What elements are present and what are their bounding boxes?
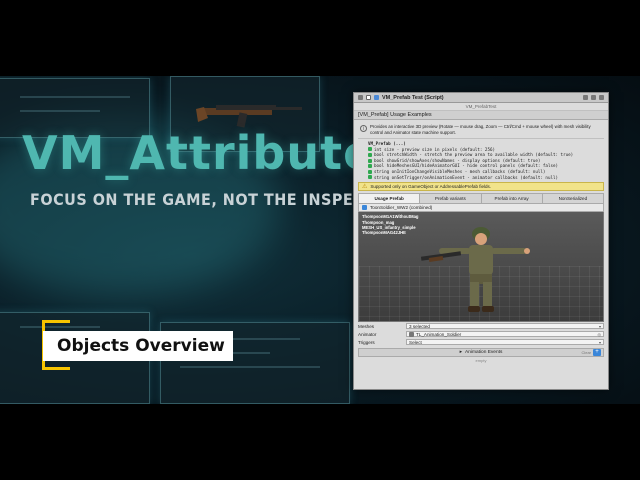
object-picker-icon[interactable]: ◎ bbox=[598, 332, 602, 337]
code-line-text: string onSetTrigger/onAnimationEvent - a… bbox=[374, 174, 559, 180]
warning-icon: ⚠ bbox=[362, 184, 368, 191]
chevron-down-icon: ▾ bbox=[598, 323, 601, 329]
tab-prefab-into-array[interactable]: Prefab into Array bbox=[481, 194, 543, 204]
enabled-checkbox[interactable] bbox=[366, 95, 371, 100]
tab-prefab-variants[interactable]: Prefab variants bbox=[420, 194, 482, 204]
mesh-label: ThompsonMAG42JHE bbox=[362, 230, 406, 236]
inspector-window: VM_Prefab Test (Script) VM_PrefabTest [V… bbox=[353, 92, 609, 390]
background-line bbox=[180, 366, 320, 368]
animator-value: TL_Animation_Soldier bbox=[416, 331, 462, 337]
warning-text: Supported only on GameObject or Addressa… bbox=[370, 184, 491, 190]
prefab-icon bbox=[362, 205, 367, 211]
meshes-value: 3 selected bbox=[409, 323, 430, 329]
animator-row: Animator TL_Animation_Soldier ◎ bbox=[358, 330, 604, 338]
section-badge-label: Objects Overview bbox=[57, 336, 225, 356]
chevron-down-icon: ▾ bbox=[598, 339, 601, 345]
meshes-label: Meshes bbox=[358, 323, 375, 329]
hero-subtitle: FOCUS ON THE GAME, NOT THE INSPECTOR bbox=[30, 190, 399, 209]
warning-box: ⚠ Supported only on GameObject or Addres… bbox=[358, 182, 604, 192]
triggers-dropdown[interactable]: Select ▾ bbox=[406, 339, 604, 346]
check-icon bbox=[368, 175, 372, 180]
tab-bar: Usage Prefab Prefab variants Prefab into… bbox=[358, 193, 604, 205]
help-icon[interactable] bbox=[583, 95, 588, 100]
letterbox-bottom bbox=[0, 404, 640, 480]
code-line: string onSetTrigger/onAnimationEvent - a… bbox=[368, 175, 604, 181]
check-icon bbox=[368, 147, 372, 152]
triggers-row: Triggers Select ▾ bbox=[358, 338, 604, 346]
inspector-title-bar: VM_Prefab Test (Script) bbox=[354, 93, 608, 103]
script-icon bbox=[374, 95, 379, 100]
empty-list-text: empty bbox=[475, 358, 487, 364]
check-icon bbox=[368, 158, 372, 163]
model-preview[interactable]: ThompsonM1A1WithoutMag Thompson_mag MESH… bbox=[358, 212, 604, 323]
presets-icon[interactable] bbox=[591, 95, 596, 100]
rifle-icon bbox=[196, 105, 302, 128]
tab-nonserialized[interactable]: NonSerialized bbox=[542, 194, 603, 204]
object-field[interactable]: ToonSoldier_WW2 (combined) bbox=[358, 204, 604, 213]
info-help-box: i Provides an interactive 3D preview (Ro… bbox=[358, 122, 604, 139]
triggers-value: Select bbox=[409, 339, 422, 345]
foldout-arrow-icon[interactable] bbox=[358, 95, 363, 100]
mesh-label: ThompsonM1A1WithoutMag bbox=[362, 214, 419, 220]
section-badge: Objects Overview bbox=[43, 331, 233, 361]
clear-button[interactable]: Clear bbox=[581, 350, 591, 355]
inspector-title: VM_Prefab Test (Script) bbox=[382, 94, 444, 101]
check-icon bbox=[368, 152, 372, 157]
code-block: VM_Prefab (...) int size - preview size … bbox=[368, 141, 604, 180]
triggers-label: Triggers bbox=[358, 339, 375, 345]
animation-events-label: Animation Events bbox=[465, 350, 503, 356]
help-text: Provides an interactive 3D preview (Rota… bbox=[370, 124, 591, 135]
check-icon bbox=[368, 169, 372, 174]
preview-mesh-labels: ThompsonM1A1WithoutMag Thompson_mag MESH… bbox=[362, 214, 419, 236]
animation-events-header[interactable]: ▸ Animation Events Clear + bbox=[358, 348, 604, 358]
add-event-button[interactable]: + bbox=[593, 349, 601, 357]
script-field[interactable]: VM_PrefabTest bbox=[354, 103, 608, 111]
tab-usage-prefab[interactable]: Usage Prefab bbox=[359, 194, 421, 204]
section-header: [VM_Prefab] Usage Examples bbox=[354, 111, 608, 120]
chevron-down-icon: ▸ bbox=[459, 350, 463, 356]
soldier-model-icon bbox=[420, 227, 530, 313]
background-line bbox=[20, 110, 100, 112]
check-icon bbox=[368, 164, 372, 169]
more-options-icon[interactable] bbox=[599, 95, 604, 100]
meshes-dropdown[interactable]: 3 selected ▾ bbox=[406, 323, 604, 330]
hero-title: VM_Attributes bbox=[22, 126, 404, 180]
animator-label: Animator bbox=[358, 331, 377, 337]
info-icon: i bbox=[360, 125, 367, 132]
animator-field[interactable]: TL_Animation_Soldier ◎ bbox=[406, 331, 604, 338]
object-name: ToonSoldier_WW2 (combined) bbox=[370, 205, 433, 211]
background-line bbox=[20, 96, 130, 98]
meshes-row: Meshes 3 selected ▾ bbox=[358, 322, 604, 330]
letterbox-top bbox=[0, 0, 640, 76]
animator-controller-icon bbox=[409, 331, 414, 337]
